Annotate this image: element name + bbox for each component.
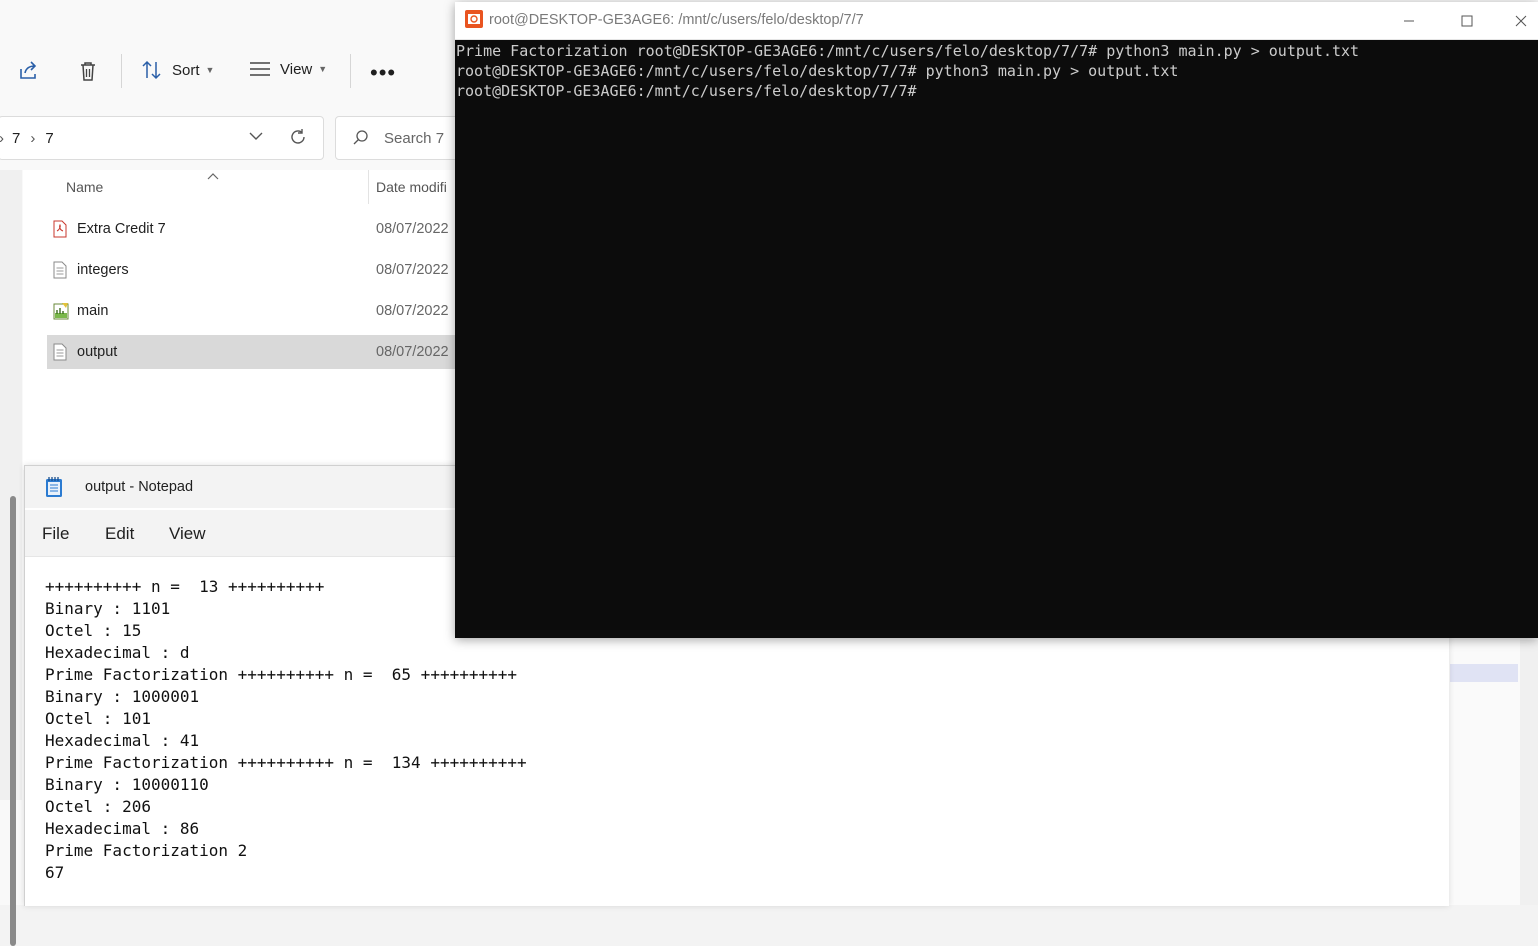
file-date: 08/07/2022 xyxy=(376,262,449,278)
text-file-icon xyxy=(53,261,67,279)
file-row-output[interactable]: output 08/07/2022 xyxy=(47,335,467,369)
background-scrollbar[interactable] xyxy=(1520,640,1538,905)
notepad-icon xyxy=(46,477,62,497)
close-button[interactable] xyxy=(1503,2,1538,39)
chevron-down-icon[interactable] xyxy=(249,131,263,141)
terminal-output: Prime Factorization root@DESKTOP-GE3AGE6… xyxy=(456,42,1360,100)
delete-button[interactable] xyxy=(78,60,98,82)
share-icon xyxy=(20,61,37,79)
breadcrumb-item[interactable]: 7 xyxy=(12,130,20,147)
terminal-title-bar[interactable]: root@DESKTOP-GE3AGE6: /mnt/c/users/felo/… xyxy=(455,2,1538,40)
toolbar-divider xyxy=(121,54,122,88)
address-bar[interactable]: › 7 › 7 xyxy=(0,116,324,160)
file-list: Name Date modifi Extra Credit 7 08/07/20… xyxy=(23,170,467,470)
ubuntu-icon xyxy=(465,10,483,28)
menu-file[interactable]: File xyxy=(42,524,69,544)
column-header-date[interactable]: Date modifi xyxy=(376,170,447,204)
trash-icon xyxy=(81,62,95,81)
terminal-title: root@DESKTOP-GE3AGE6: /mnt/c/users/felo/… xyxy=(489,12,864,28)
nav-pane-scrollbar[interactable] xyxy=(0,170,22,946)
refresh-icon[interactable] xyxy=(289,128,307,146)
highlighted-line xyxy=(1450,664,1518,682)
scrollbar-thumb[interactable] xyxy=(10,496,16,946)
chevron-right-icon: › xyxy=(30,129,36,147)
chevron-down-icon: ▼ xyxy=(318,64,328,74)
breadcrumb-item[interactable]: 7 xyxy=(45,130,53,147)
file-row-main[interactable]: main 08/07/2022 xyxy=(47,294,467,328)
file-name: main xyxy=(77,303,109,319)
file-name: output xyxy=(77,344,118,360)
column-header-date-label: Date modifi xyxy=(376,179,447,195)
list-view-icon xyxy=(250,62,270,76)
file-name: integers xyxy=(77,262,129,278)
maximize-icon xyxy=(1461,15,1473,26)
share-button[interactable] xyxy=(18,60,40,82)
chevron-down-icon: ▼ xyxy=(205,65,215,75)
sort-button[interactable]: Sort ▼ xyxy=(141,60,214,80)
background-window-edge xyxy=(1448,640,1538,905)
text-file-icon xyxy=(53,343,67,361)
explorer-toolbar: Sort ▼ View ▼ ••• xyxy=(0,38,460,106)
chevron-right-icon: › xyxy=(0,130,4,147)
view-button[interactable]: View ▼ xyxy=(249,60,327,78)
toolbar-divider xyxy=(350,54,351,88)
maximize-button[interactable] xyxy=(1444,2,1490,39)
more-options-button[interactable]: ••• xyxy=(370,60,396,86)
address-row: › 7 › 7 Search 7 xyxy=(0,116,477,160)
terminal-window: root@DESKTOP-GE3AGE6: /mnt/c/users/felo/… xyxy=(455,2,1538,638)
file-date: 08/07/2022 xyxy=(376,221,449,237)
terminal-console[interactable]: Prime Factorization root@DESKTOP-GE3AGE6… xyxy=(455,40,1538,638)
sort-icon xyxy=(142,60,161,80)
file-date: 08/07/2022 xyxy=(376,303,449,319)
close-icon xyxy=(1515,15,1526,26)
search-icon xyxy=(353,130,368,145)
file-name: Extra Credit 7 xyxy=(77,221,166,237)
python-file-icon xyxy=(53,303,69,320)
notepad-title: output - Notepad xyxy=(85,479,194,495)
search-placeholder: Search 7 xyxy=(384,129,445,147)
file-row-extra-credit[interactable]: Extra Credit 7 08/07/2022 xyxy=(47,212,467,246)
column-header-name[interactable]: Name xyxy=(66,170,103,204)
file-date: 08/07/2022 xyxy=(376,344,449,360)
more-icon: ••• xyxy=(370,60,397,85)
menu-edit[interactable]: Edit xyxy=(105,524,134,544)
sort-ascending-icon xyxy=(207,173,219,180)
sort-label: Sort xyxy=(172,61,200,79)
view-label: View xyxy=(280,60,313,78)
column-header-name-label: Name xyxy=(66,179,104,195)
minimize-icon xyxy=(1404,20,1414,21)
file-row-integers[interactable]: integers 08/07/2022 xyxy=(47,253,467,287)
pdf-file-icon xyxy=(53,220,67,238)
menu-view[interactable]: View xyxy=(169,524,206,544)
minimize-button[interactable] xyxy=(1386,2,1432,39)
column-divider[interactable] xyxy=(368,170,369,204)
